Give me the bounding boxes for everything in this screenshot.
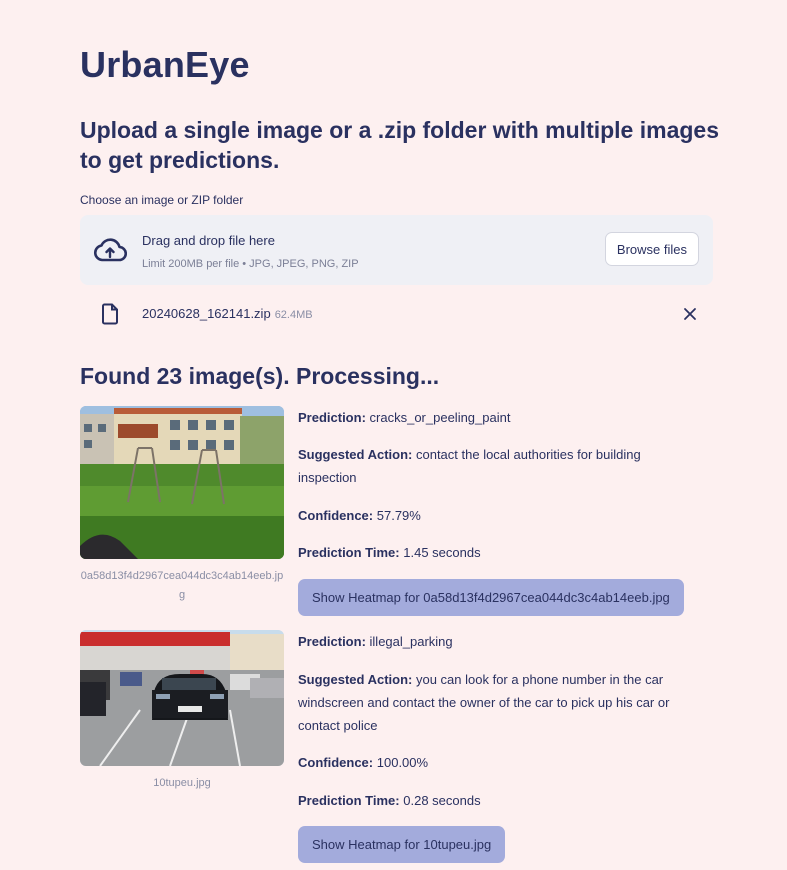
dropzone-title: Drag and drop file here: [142, 233, 275, 248]
time-line: Prediction Time: 1.45 seconds: [298, 545, 481, 560]
time-line: Prediction Time: 0.28 seconds: [298, 793, 481, 808]
file-dropzone[interactable]: Drag and drop file here Limit 200MB per …: [80, 215, 713, 285]
file-size: 62.4MB: [274, 309, 313, 321]
dropzone-limit: Limit 200MB per file • JPG, JPEG, PNG, Z…: [142, 258, 359, 270]
action-line: Suggested Action: you can look for a pho…: [298, 672, 670, 733]
time-value: 0.28 seconds: [403, 793, 481, 808]
prediction-line: Prediction: illegal_parking: [298, 634, 453, 649]
uploader-label: Choose an image or ZIP folder: [80, 193, 244, 207]
status-heading: Found 23 image(s). Processing...: [80, 363, 440, 389]
file-name: 20240628_162141.zip: [142, 306, 271, 321]
time-value: 1.45 seconds: [403, 545, 481, 560]
prediction-line: Prediction: cracks_or_peeling_paint: [298, 410, 511, 425]
confidence-line: Confidence: 100.00%: [298, 755, 429, 770]
prediction-value: illegal_parking: [369, 634, 453, 649]
confidence-line: Confidence: 57.79%: [298, 508, 421, 523]
close-icon[interactable]: [682, 306, 698, 322]
show-heatmap-button[interactable]: Show Heatmap for 10tupeu.jpg: [298, 826, 506, 863]
result-image: [80, 406, 284, 559]
action-line: Suggested Action: contact the local auth…: [298, 447, 641, 485]
result-caption: 10tupeu.jpg: [153, 777, 211, 789]
uploaded-file: 20240628_162141.zip 62.4MB: [80, 300, 713, 328]
result-caption: 0a58d13f4d2967cea044dc3c4ab14eeb.jpg: [80, 570, 284, 601]
browse-files-button[interactable]: Browse files: [604, 232, 699, 266]
prediction-value: cracks_or_peeling_paint: [369, 410, 511, 425]
cloud-upload-icon: [93, 238, 127, 262]
file-icon: [102, 303, 118, 325]
result-image: [80, 630, 284, 766]
confidence-value: 57.79%: [376, 508, 421, 523]
page-subtitle: Upload a single image or a .zip folder w…: [80, 117, 720, 173]
confidence-value: 100.00%: [376, 755, 429, 770]
page-title: UrbanEye: [80, 44, 250, 85]
show-heatmap-button[interactable]: Show Heatmap for 0a58d13f4d2967cea044dc3…: [298, 579, 684, 616]
